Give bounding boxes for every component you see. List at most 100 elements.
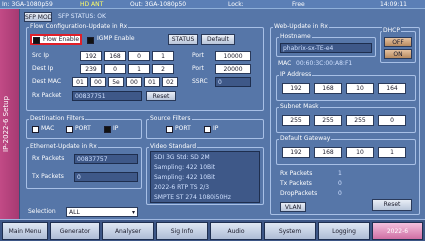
default-gateway-label: Default Gateway <box>279 135 332 142</box>
tab-logging[interactable]: Logging <box>318 222 370 240</box>
dest-mac-byte-3[interactable]: 5e <box>108 77 124 87</box>
dest-mac-byte-5[interactable]: 01 <box>144 77 160 87</box>
source-filter-ip-label: IP <box>213 125 219 132</box>
dest-mac-byte-4[interactable]: 00 <box>126 77 142 87</box>
flow-enable-label: Flow Enable <box>43 36 80 43</box>
web-drop-packets-label: DropPackets <box>280 190 318 197</box>
source-filter-ip-checkbox[interactable] <box>204 126 211 133</box>
dest-ip-octet-1[interactable]: 239 <box>80 64 102 74</box>
dest-mac-byte-1[interactable]: 01 <box>72 77 88 87</box>
igmp-enable-checkbox[interactable] <box>87 37 94 44</box>
source-filters-title: Source Filters <box>149 115 192 122</box>
video-std-line-5: SMPTE ST 274 1080i50Hz <box>154 194 231 201</box>
dhcp-off-button[interactable]: OFF <box>384 37 412 47</box>
dest-filter-mac-label: MAC <box>41 125 55 132</box>
destination-filters-title: Destination Filters <box>29 115 86 122</box>
dest-mac-byte-2[interactable]: 00 <box>90 77 106 87</box>
dhcp-on-button[interactable]: ON <box>384 49 412 59</box>
flow-config-title: Flow Configuration-Update in Rx <box>29 23 129 30</box>
subnet-mask-label: Subnet Mask <box>279 103 320 110</box>
flow-enable-toggle[interactable]: Flow Enable <box>30 34 82 45</box>
side-panel-label: IP-2022-6 Setup <box>2 95 10 153</box>
port-1-label: Port <box>192 52 204 59</box>
eth-tx-packets-label: Tx Packets <box>32 173 64 180</box>
video-std-line-3: Sampling: 422 10Bit <box>154 174 216 181</box>
dest-filter-port-checkbox[interactable] <box>66 126 73 133</box>
eth-rx-packets-value: 00837757 <box>74 154 138 164</box>
rx-packet-label: Rx Packet <box>32 92 62 99</box>
web-rx-packets-value: 1 <box>338 170 342 177</box>
subnet-octet-4[interactable]: 0 <box>378 115 406 126</box>
flow-reset-button[interactable]: Reset <box>146 91 176 101</box>
status-button[interactable]: STATUS <box>168 34 198 45</box>
mac-label: MAC <box>278 60 292 67</box>
selection-dropdown[interactable]: ALL ▾ <box>66 207 138 217</box>
web-tx-packets-label: Tx Packets <box>280 180 312 187</box>
subnet-octet-3[interactable]: 255 <box>346 115 374 126</box>
ethernet-update-title: Ethernet-Update in Rx <box>29 143 98 150</box>
output-standard: Out: 3GA-1080p50 <box>130 1 187 8</box>
gateway-octet-4[interactable]: 1 <box>378 147 406 158</box>
ip-octet-1[interactable]: 192 <box>282 83 310 94</box>
gateway-octet-2[interactable]: 168 <box>314 147 342 158</box>
src-ip-octet-3[interactable]: 0 <box>128 51 150 61</box>
main-panel: SFP MODE SFP STATUS: OK Flow Configurati… <box>20 9 425 219</box>
ip-octet-4[interactable]: 164 <box>378 83 406 94</box>
port-2-input[interactable]: 20000 <box>215 64 251 74</box>
tab-analyser[interactable]: Analyser <box>102 222 154 240</box>
dest-ip-octet-3[interactable]: 1 <box>128 64 150 74</box>
selection-label: Selection <box>28 208 56 215</box>
hostname-value[interactable]: phabrix-sx-TE-e4 <box>280 43 372 53</box>
flow-enable-checkbox[interactable] <box>33 37 40 44</box>
gateway-octet-1[interactable]: 192 <box>282 147 310 158</box>
gateway-octet-3[interactable]: 10 <box>346 147 374 158</box>
selection-value: ALL <box>69 209 80 216</box>
dest-mac-byte-6[interactable]: 02 <box>162 77 178 87</box>
video-std-line-1: SDI 3G Std: SD 2M <box>154 154 210 161</box>
sfp-mode-button[interactable]: SFP MODE <box>24 12 52 22</box>
ssrc-value: 0 <box>215 77 251 87</box>
tab-main-menu[interactable]: Main Menu <box>2 222 48 240</box>
clock: 14:09:11 <box>380 1 407 8</box>
rx-packet-value: 00837751 <box>72 91 142 101</box>
web-rx-packets-label: Rx Packets <box>280 170 313 177</box>
tab-generator[interactable]: Generator <box>50 222 100 240</box>
source-filter-port-label: PORT <box>175 125 191 132</box>
web-reset-button[interactable]: Reset <box>372 199 412 211</box>
port-1-input[interactable]: 10000 <box>215 51 251 61</box>
hostname-label: Hostname <box>279 33 312 40</box>
ip-octet-3[interactable]: 10 <box>346 83 374 94</box>
subnet-octet-1[interactable]: 255 <box>282 115 310 126</box>
dest-filter-mac-checkbox[interactable] <box>32 126 39 133</box>
tab-audio[interactable]: Audio <box>210 222 262 240</box>
dest-ip-label: Dest Ip <box>32 65 54 72</box>
ip-octet-2[interactable]: 168 <box>314 83 342 94</box>
video-standard-display: SDI 3G Std: SD 2M Sampling: 422 10Bit Sa… <box>150 151 260 203</box>
video-std-line-4: 2022-6 RTP TS 2/3 <box>154 184 210 191</box>
lock-label: Lock: <box>228 1 244 8</box>
dest-ip-octet-2[interactable]: 0 <box>104 64 126 74</box>
tab-system[interactable]: System <box>264 222 316 240</box>
src-ip-octet-4[interactable]: 1 <box>152 51 174 61</box>
source-filter-port-checkbox[interactable] <box>166 126 173 133</box>
dhcp-label: DHCP <box>382 27 401 34</box>
web-drop-packets-value: 0 <box>338 190 342 197</box>
tab-sig-info[interactable]: Sig Info <box>156 222 208 240</box>
src-ip-label: Src Ip <box>32 52 49 59</box>
dest-mac-label: Dest MAC <box>32 78 62 85</box>
video-std-line-2: Sampling: 422 10Bit <box>154 164 216 171</box>
dest-ip-octet-4[interactable]: 2 <box>152 64 174 74</box>
web-update-title: Web-Update in Rx <box>273 23 329 30</box>
tab-2022-6[interactable]: 2022-6 <box>372 222 423 240</box>
vlan-button[interactable]: VLAN <box>280 202 306 212</box>
web-tx-packets-value: 0 <box>338 180 342 187</box>
port-2-label: Port <box>192 65 204 72</box>
src-ip-octet-1[interactable]: 192 <box>80 51 102 61</box>
dest-filter-ip-checkbox[interactable] <box>104 126 111 133</box>
mac-value: 00:60:3C:00:A8:F1 <box>296 60 353 67</box>
subnet-octet-2[interactable]: 255 <box>314 115 342 126</box>
src-ip-octet-2[interactable]: 168 <box>104 51 126 61</box>
default-button[interactable]: Default <box>201 34 235 45</box>
eth-tx-packets-value: 0 <box>74 172 138 182</box>
free-label: Free <box>292 1 305 8</box>
